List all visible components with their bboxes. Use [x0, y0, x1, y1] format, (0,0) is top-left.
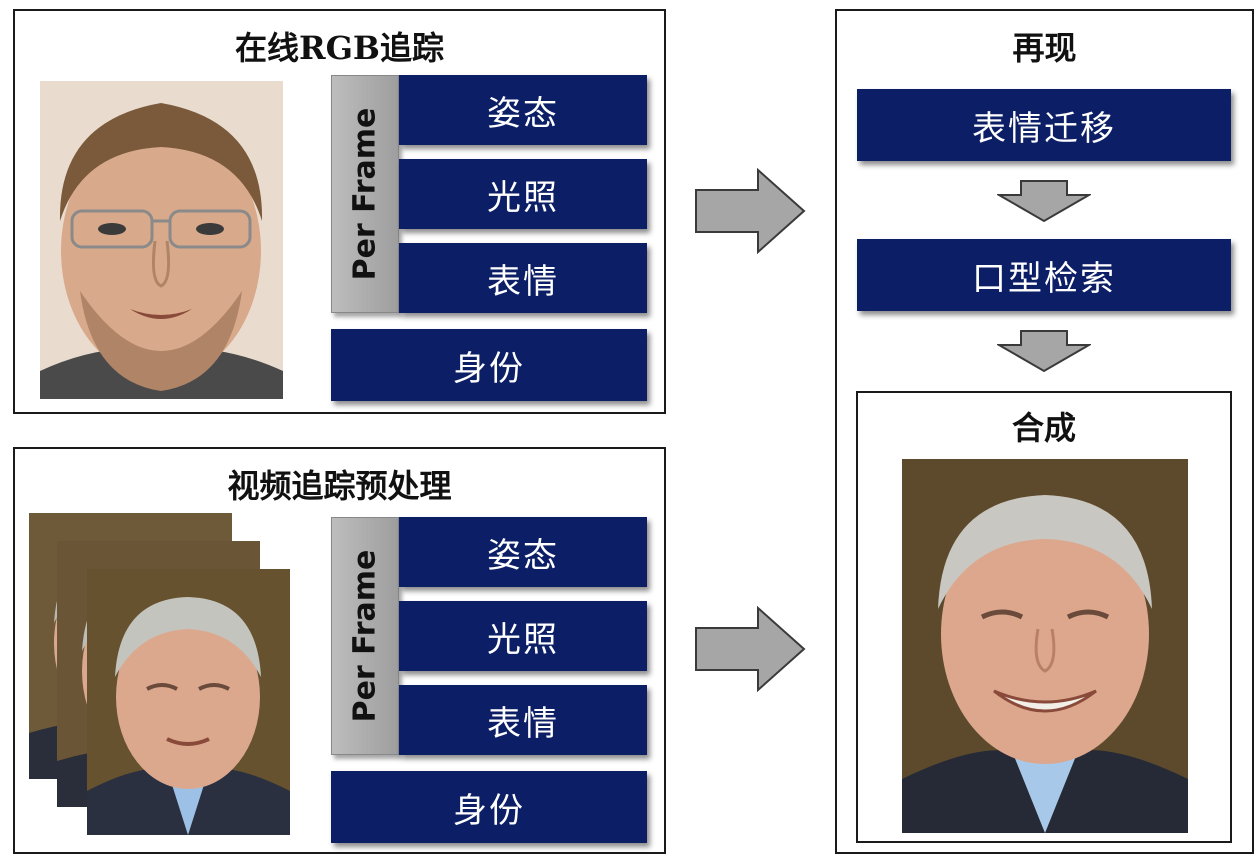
expression-transfer-box: 表情迁移 [857, 89, 1231, 161]
pose-box: 姿态 [399, 75, 647, 145]
down-arrow-icon [997, 180, 1091, 223]
video-tracking-panel: 视频追踪预处理 Per Frame 姿态 光照 表情 身份 [13, 447, 666, 854]
down-arrow-icon [997, 330, 1091, 373]
pose-box: 姿态 [399, 517, 647, 587]
synthesis-panel: 合成 [856, 391, 1232, 843]
reenactment-panel: 再现 表情迁移 口型检索 合成 [835, 9, 1254, 854]
right-arrow-icon [695, 606, 806, 692]
per-frame-label: Per Frame [347, 107, 383, 281]
expression-box: 表情 [399, 243, 647, 313]
synthesized-face-photo [902, 459, 1188, 833]
right-arrow-icon [695, 168, 806, 254]
identity-box: 身份 [331, 771, 647, 843]
source-actor-photo [40, 81, 283, 399]
per-frame-bar: Per Frame [331, 75, 399, 313]
online-tracking-panel: 在线RGB追踪 Per Frame 姿态 光照 表情 身份 [13, 9, 666, 414]
reenactment-title: 再现 [1012, 29, 1077, 67]
identity-box: 身份 [331, 329, 647, 401]
per-frame-label: Per Frame [347, 549, 383, 723]
target-frame-photo-front [87, 569, 290, 835]
video-tracking-title: 视频追踪预处理 [227, 467, 452, 505]
illumination-box: 光照 [399, 159, 647, 229]
illumination-box: 光照 [399, 601, 647, 671]
synthesis-title: 合成 [1011, 409, 1076, 447]
online-tracking-title: 在线RGB追踪 [235, 29, 444, 67]
mouth-retrieval-box: 口型检索 [857, 239, 1231, 311]
per-frame-bar: Per Frame [331, 517, 399, 755]
expression-box: 表情 [399, 685, 647, 755]
